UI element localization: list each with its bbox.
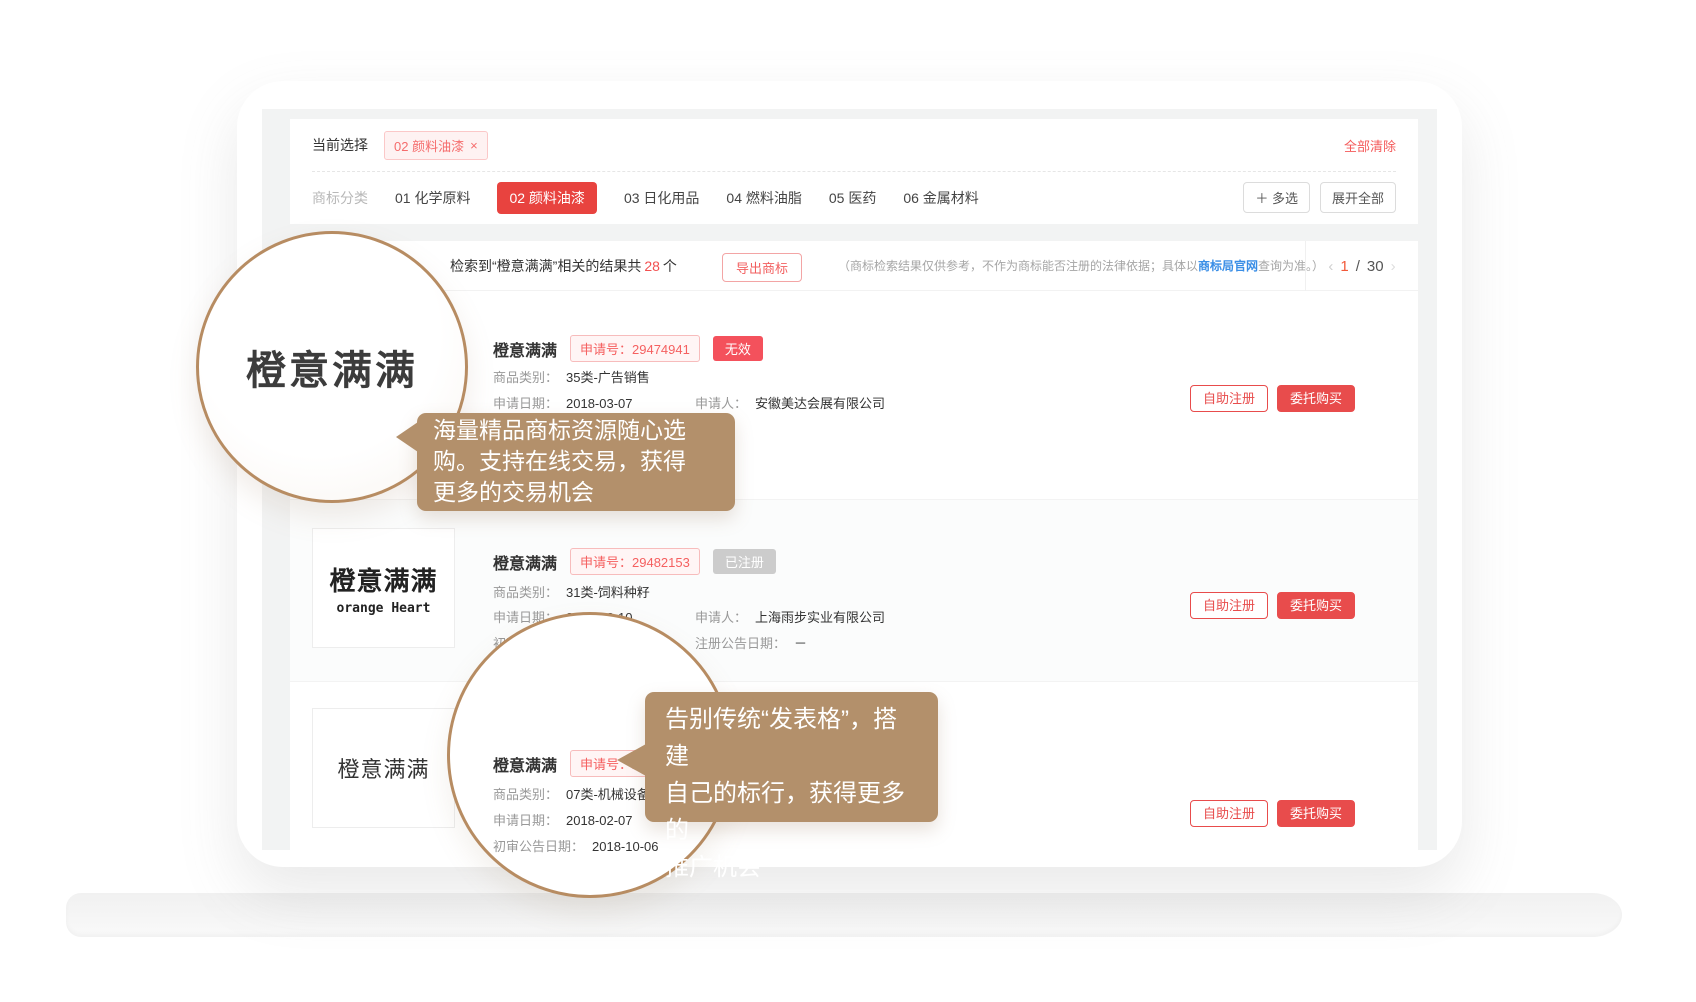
- multi-select-button[interactable]: ＋ 多选: [1243, 182, 1310, 213]
- tab-category-03[interactable]: 03 日化用品: [624, 188, 699, 208]
- category-value: 31类-饲料种籽: [566, 585, 650, 600]
- expand-all-button[interactable]: 展开全部: [1320, 182, 1396, 213]
- screenshot-stage: 当前选择 02 颜料油漆 × 全部清除 商标分类 01 化学原料 02 颜料油漆…: [0, 0, 1696, 1002]
- magnified-trademark-text: 橙意满满: [246, 338, 418, 396]
- category-value: 35类-广告销售: [566, 370, 650, 385]
- bubble-tail-icon: [396, 422, 418, 452]
- apply-date-label: 申请日期：: [493, 396, 558, 411]
- trademark-mark-text: 橙意满满: [329, 561, 437, 598]
- clear-all-link[interactable]: 全部清除: [1344, 136, 1396, 155]
- results-summary-prefix: 检索到“橙意满满”相关的结果共: [450, 258, 641, 274]
- self-register-button[interactable]: 自助注册: [1190, 800, 1268, 827]
- trademark-name[interactable]: 橙意满满: [493, 337, 557, 361]
- chevron-right-icon[interactable]: ›: [1391, 258, 1396, 275]
- tab-category-04[interactable]: 04 燃料油脂: [726, 188, 801, 208]
- tab-category-05[interactable]: 05 医药: [829, 188, 876, 208]
- pagination-total: 30: [1367, 258, 1384, 275]
- close-icon[interactable]: ×: [470, 138, 478, 153]
- registration-publication-label: 注册公告日期：: [695, 636, 786, 651]
- callout-bubble-trade: 海量精品商标资源随心选 购。支持在线交易，获得 更多的交易机会: [417, 413, 735, 511]
- self-register-button[interactable]: 自助注册: [1190, 592, 1268, 619]
- tab-category-06[interactable]: 06 金属材料: [903, 188, 978, 208]
- tab-category-02-active[interactable]: 02 颜料油漆: [497, 182, 596, 214]
- callout-line: 海量精品商标资源随心选: [433, 415, 719, 446]
- application-number-tag: 申请号：29474941: [570, 335, 700, 362]
- results-summary: 检索到“橙意满满”相关的结果共28个: [450, 241, 677, 291]
- pagination-current: 1: [1340, 258, 1348, 275]
- callout-line: 告别传统“发表格”，搭建: [665, 701, 918, 775]
- application-number-tag: 申请号：29482153: [570, 548, 700, 575]
- bottom-shelf-decoration: [66, 893, 1622, 937]
- status-badge: 已注册: [713, 549, 776, 574]
- callout-bubble-promo: 告别传统“发表格”，搭建 自己的标行，获得更多的 推广机会: [645, 692, 938, 822]
- trademark-mark-subtext: orange Heart: [337, 601, 431, 616]
- chevron-left-icon[interactable]: ‹: [1328, 258, 1333, 275]
- callout-line: 推广机会: [665, 849, 918, 886]
- bubble-tail-icon: [617, 744, 646, 776]
- category-label: 商品类别：: [493, 787, 558, 802]
- category-value: 07类-机械设备: [566, 787, 650, 802]
- applicant-label: 申请人：: [695, 396, 747, 411]
- entrust-purchase-button[interactable]: 委托购买: [1277, 800, 1355, 827]
- current-selection-label: 当前选择: [312, 135, 368, 155]
- applicant-label: 申请人：: [695, 610, 747, 625]
- selected-filter-tag-text: 02 颜料油漆: [394, 136, 464, 155]
- results-count: 28: [641, 258, 663, 274]
- trademark-office-link[interactable]: 商标局官网: [1198, 259, 1258, 273]
- category-label: 商品类别：: [493, 370, 558, 385]
- table-row: 橙意满满 orange Heart 橙意满满 申请号：29482153 已注册 …: [290, 499, 1418, 681]
- first-publication-label: 初审公告日期：: [493, 839, 584, 854]
- pagination-separator: /: [1356, 258, 1360, 275]
- trademark-name[interactable]: 橙意满满: [493, 752, 557, 776]
- callout-line: 购。支持在线交易，获得: [433, 446, 719, 477]
- first-publication-value: 2018-10-06: [592, 839, 659, 854]
- applicant-value: 安徽美达会展有限公司: [755, 396, 885, 411]
- category-bar-label: 商标分类: [312, 188, 368, 208]
- apply-date-value: 2018-02-07: [566, 813, 633, 828]
- tab-category-01[interactable]: 01 化学原料: [395, 188, 470, 208]
- registration-publication-value: －: [794, 636, 807, 651]
- results-summary-suffix: 个: [663, 258, 677, 274]
- trademark-image-tile[interactable]: 橙意满满 orange Heart: [312, 528, 455, 648]
- status-badge: 无效: [713, 336, 763, 361]
- entrust-purchase-button[interactable]: 委托购买: [1277, 385, 1355, 412]
- export-trademark-button[interactable]: 导出商标: [722, 253, 802, 282]
- callout-line: 自己的标行，获得更多的: [665, 775, 918, 849]
- disclaimer-note: （商标检索结果仅供参考，不作为商标能否注册的法律依据；具体以商标局官网查询为准。…: [838, 241, 1324, 291]
- self-register-button[interactable]: 自助注册: [1190, 385, 1268, 412]
- apply-date-value: 2018-03-07: [566, 396, 633, 411]
- selected-filter-tag[interactable]: 02 颜料油漆 ×: [384, 131, 488, 160]
- disclaimer-pre: （商标检索结果仅供参考，不作为商标能否注册的法律依据；具体以: [838, 259, 1198, 273]
- filter-card: 当前选择 02 颜料油漆 × 全部清除 商标分类 01 化学原料 02 颜料油漆…: [290, 119, 1418, 224]
- results-header: 检索到“橙意满满”相关的结果共28个 导出商标 （商标检索结果仅供参考，不作为商…: [290, 241, 1418, 291]
- apply-date-label: 申请日期：: [493, 813, 558, 828]
- category-label: 商品类别：: [493, 585, 558, 600]
- applicant-value: 上海雨步实业有限公司: [755, 610, 885, 625]
- pagination: ‹ 1 / 30 ›: [1305, 241, 1418, 291]
- trademark-name[interactable]: 橙意满满: [493, 550, 557, 574]
- entrust-purchase-button[interactable]: 委托购买: [1277, 592, 1355, 619]
- trademark-image-tile[interactable]: 橙意满满: [312, 708, 455, 828]
- callout-line: 更多的交易机会: [433, 477, 719, 508]
- trademark-mark-text: 橙意满满: [337, 752, 429, 784]
